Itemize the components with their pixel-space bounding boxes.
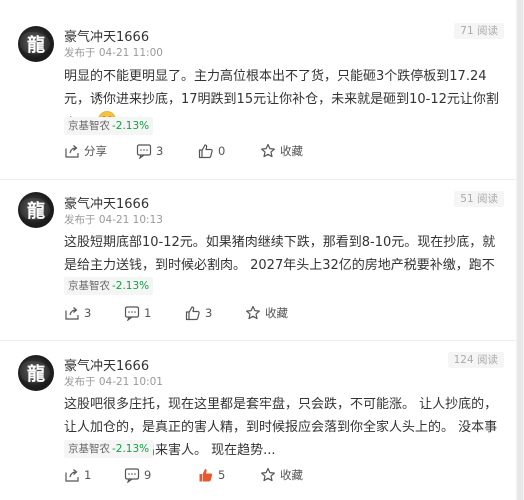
like-count: 3 <box>205 306 213 320</box>
share-count: 1 <box>84 468 92 482</box>
stock-tag[interactable]: 京基智农 -2.13% <box>64 117 154 135</box>
username[interactable]: 豪气冲天1666 <box>64 193 149 212</box>
star-icon <box>261 467 275 482</box>
stock-name: 京基智农 <box>68 120 110 132</box>
read-count-badge: 124 阅读 <box>447 352 504 368</box>
like-button[interactable]: 0 <box>198 141 225 161</box>
post-card: 龍 豪气冲天1666 发布于 04-21 10:13 51 阅读 这股短期底部1… <box>0 180 516 341</box>
comment-button[interactable]: 9 <box>124 465 151 485</box>
favorite-button[interactable]: 收藏 <box>260 141 303 161</box>
favorite-button[interactable]: 收藏 <box>245 303 288 323</box>
like-count: 0 <box>218 144 226 158</box>
comment-count: 9 <box>144 468 152 482</box>
stock-tag[interactable]: 京基智农 -2.13% <box>64 440 154 458</box>
share-button[interactable]: 分享 <box>64 141 107 161</box>
thumbs-up-icon <box>185 306 200 321</box>
comment-icon <box>124 306 140 321</box>
thumbs-up-filled-icon <box>199 468 213 482</box>
star-icon <box>261 143 275 158</box>
comment-button[interactable]: 3 <box>136 141 163 161</box>
action-bar: 1 9 5 收藏 <box>64 465 484 485</box>
stock-name: 京基智农 <box>68 443 110 455</box>
like-button[interactable]: 3 <box>185 303 212 323</box>
comment-count: 1 <box>144 306 152 320</box>
post-card: 龍 豪气冲天1666 发布于 04-21 10:01 124 阅读 这股吧很多庄… <box>0 341 516 500</box>
share-icon <box>65 145 79 158</box>
share-count: 3 <box>84 306 92 320</box>
avatar[interactable]: 龍 <box>18 26 54 62</box>
scrollbar-thumb[interactable] <box>517 0 523 500</box>
share-icon <box>65 469 79 482</box>
post-time: 发布于 04-21 10:13 <box>64 214 163 226</box>
share-label: 分享 <box>84 144 107 158</box>
read-count-badge: 71 阅读 <box>454 23 504 39</box>
action-bar: 分享 3 0 收藏 <box>64 141 484 161</box>
comment-icon <box>124 468 140 483</box>
share-button[interactable]: 3 <box>64 303 91 323</box>
share-icon <box>65 307 79 320</box>
favorite-label: 收藏 <box>280 468 303 482</box>
favorite-label: 收藏 <box>280 144 303 158</box>
post-time: 发布于 04-21 10:01 <box>64 376 163 388</box>
stock-name: 京基智农 <box>68 280 110 292</box>
avatar[interactable]: 龍 <box>18 192 54 228</box>
post-time: 发布于 04-21 11:00 <box>64 47 163 59</box>
action-bar: 3 1 3 收藏 <box>64 303 484 323</box>
thumbs-up-icon <box>198 144 213 159</box>
stock-change: -2.13% <box>112 443 150 455</box>
stock-tag[interactable]: 京基智农 -2.13% <box>64 277 154 295</box>
like-count: 5 <box>218 468 226 482</box>
favorite-button[interactable]: 收藏 <box>260 465 303 485</box>
username[interactable]: 豪气冲天1666 <box>64 355 149 374</box>
favorite-label: 收藏 <box>265 306 288 320</box>
post-card: 龍 豪气冲天1666 发布于 04-21 11:00 71 阅读 明显的不能更明… <box>0 0 516 180</box>
avatar[interactable]: 龍 <box>18 355 54 391</box>
share-button[interactable]: 1 <box>64 465 91 485</box>
comment-button[interactable]: 1 <box>124 303 151 323</box>
read-count-badge: 51 阅读 <box>454 191 504 207</box>
comment-count: 3 <box>156 144 164 158</box>
comment-icon <box>136 144 152 159</box>
star-icon <box>246 305 260 320</box>
username[interactable]: 豪气冲天1666 <box>64 26 149 45</box>
like-button[interactable]: 5 <box>198 465 225 485</box>
stock-change: -2.13% <box>112 280 150 292</box>
stock-change: -2.13% <box>112 120 150 132</box>
